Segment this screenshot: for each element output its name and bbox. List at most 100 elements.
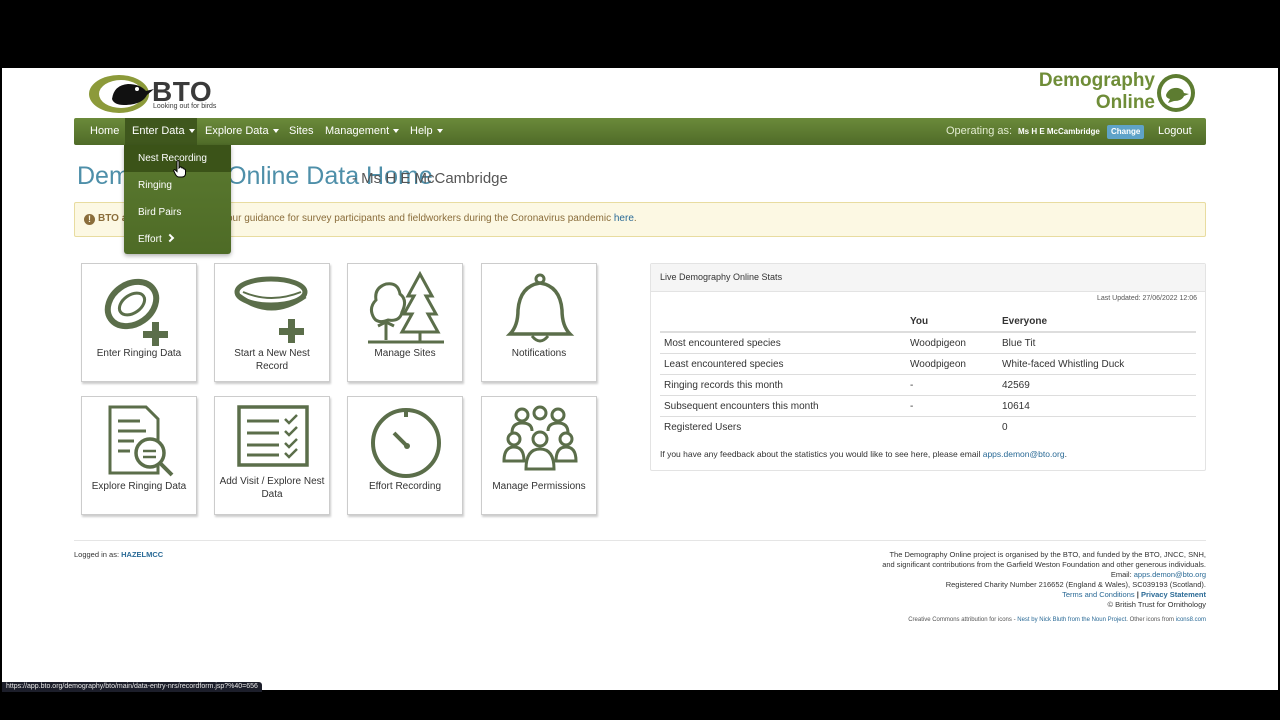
footer-links: Terms and Conditions | Privacy Statement xyxy=(702,590,1206,600)
operating-as-label: Operating as: xyxy=(946,125,1013,137)
footer-email-line: Email: apps.demon@bto.org xyxy=(702,570,1206,580)
stats-last-updated: Last Updated: 27/06/2022 12:06 xyxy=(1096,295,1197,302)
row-label: Most encountered species xyxy=(660,331,906,354)
stopwatch-icon xyxy=(371,408,441,478)
nav-explore-data-label: Explore Data xyxy=(205,125,269,137)
tile-explore-ringing-data[interactable]: Explore Ringing Data xyxy=(81,396,197,515)
nest-icon-credit-link[interactable]: Nest by Nick Bluth from the Noun Project xyxy=(1017,617,1126,623)
icons-mid: . Other icons from xyxy=(1126,617,1176,623)
menu-item-effort[interactable]: Effort xyxy=(124,226,231,253)
table-header-everyone: Everyone xyxy=(998,311,1196,333)
caret-down-icon xyxy=(272,129,279,134)
privacy-link[interactable]: Privacy Statement xyxy=(1141,590,1206,599)
stats-panel-header: Live Demography Online Stats xyxy=(651,264,1205,292)
table-row: Ringing records this month - 42569 xyxy=(660,374,1196,396)
page-subtitle: - Ms H E McCambridge xyxy=(352,170,508,187)
row-everyone: 10614 xyxy=(998,395,1196,417)
stats-table: You Everyone Most encountered species Wo… xyxy=(660,311,1196,437)
nav-help-label: Help xyxy=(410,125,433,137)
row-everyone: 0 xyxy=(998,416,1196,437)
feedback-end: . xyxy=(1064,449,1067,459)
nav-sites[interactable]: Sites xyxy=(289,118,313,145)
tile-label: Effort Recording xyxy=(368,481,442,492)
table-header-row: You Everyone xyxy=(660,311,1196,333)
browser-page: BTO Looking out for birds Demography Onl… xyxy=(2,68,1278,690)
row-label: Ringing records this month xyxy=(660,374,906,396)
icons8-link[interactable]: icons8.com xyxy=(1176,617,1206,623)
alert-end: . xyxy=(633,213,637,224)
app-title-line2: Online xyxy=(1095,92,1155,113)
tile-label: Add Visit / Explore Nest Data xyxy=(219,476,325,500)
tile-enter-ringing-data[interactable]: Enter Ringing Data xyxy=(81,263,197,382)
menu-item-effort-label: Effort xyxy=(138,234,162,245)
table-row: Least encountered species Woodpigeon Whi… xyxy=(660,353,1196,375)
row-everyone: 42569 xyxy=(998,374,1196,396)
trees-icon xyxy=(368,270,444,344)
row-label: Subsequent encounters this month xyxy=(660,395,906,417)
nav-management-label: Management xyxy=(325,125,390,137)
feedback-email-link[interactable]: apps.demon@bto.org xyxy=(983,449,1065,459)
row-everyone: White-faced Whistling Duck xyxy=(998,353,1196,375)
tile-start-nest-record[interactable]: Start a New Nest Record xyxy=(214,263,330,382)
operating-as-user: Ms H E McCambridge xyxy=(1018,127,1100,136)
nav-management[interactable]: Management xyxy=(325,118,400,145)
tile-label: Manage Sites xyxy=(374,348,436,359)
demography-bird-icon xyxy=(1157,74,1195,112)
tile-label: Notifications xyxy=(511,348,567,359)
icon-attribution: Creative Commons attribution for icons -… xyxy=(602,617,1206,623)
app-title-line1: Demography xyxy=(1038,70,1155,91)
caret-down-icon xyxy=(436,129,443,134)
tile-label: Explore Ringing Data xyxy=(91,481,187,492)
alert-here-link[interactable]: here xyxy=(614,213,634,224)
footer-email-link[interactable]: apps.demon@bto.org xyxy=(1134,570,1206,579)
logged-in-info: Logged in as: HAZELMCC xyxy=(74,550,163,559)
nav-explore-data[interactable]: Explore Data xyxy=(205,118,279,145)
menu-item-bird-pairs[interactable]: Bird Pairs xyxy=(124,199,231,226)
tile-label: Manage Permissions xyxy=(492,481,586,492)
tile-notifications[interactable]: Notifications xyxy=(481,263,597,382)
row-you: Woodpigeon xyxy=(906,353,998,375)
ring-plus-icon xyxy=(104,278,168,346)
stats-title: Live Demography Online Stats xyxy=(660,272,783,282)
change-user-button[interactable]: Change xyxy=(1107,125,1145,139)
logged-in-label: Logged in as: xyxy=(74,550,120,559)
tile-label: Start a New Nest Record xyxy=(234,348,310,372)
row-label: Least encountered species xyxy=(660,353,906,375)
nav-logout[interactable]: Logout xyxy=(1158,118,1192,145)
people-group-icon xyxy=(502,405,578,471)
caret-down-icon xyxy=(188,129,195,134)
footer-charity: Registered Charity Number 216652 (Englan… xyxy=(945,580,1206,589)
nav-enter-data-label: Enter Data xyxy=(132,125,185,137)
footer-divider xyxy=(74,540,1206,541)
tile-manage-permissions[interactable]: Manage Permissions xyxy=(481,396,597,515)
row-you xyxy=(906,416,998,437)
logged-in-user-link[interactable]: HAZELMCC xyxy=(121,550,163,559)
table-header-you: You xyxy=(906,311,998,333)
nav-enter-data[interactable]: Enter Data xyxy=(125,118,197,145)
row-you: - xyxy=(906,395,998,417)
row-everyone: Blue Tit xyxy=(998,331,1196,354)
footer-separator: | xyxy=(1136,590,1139,599)
table-row: Registered Users 0 xyxy=(660,416,1196,437)
main-navbar: Home Enter Data Explore Data Sites Manag… xyxy=(74,118,1206,145)
status-bar-url: https://app.bto.org/demography/bto/main/… xyxy=(2,682,262,692)
bto-tagline: Looking out for birds xyxy=(153,103,217,110)
tile-add-visit-explore-nest[interactable]: Add Visit / Explore Nest Data xyxy=(214,396,330,515)
caret-down-icon xyxy=(393,129,400,134)
coronavirus-alert: ! BTO a our guidance for survey particip… xyxy=(74,202,1206,237)
alert-lead-text: BTO a xyxy=(98,213,128,224)
tile-effort-recording[interactable]: Effort Recording xyxy=(347,396,463,515)
terms-link[interactable]: Terms and Conditions xyxy=(1062,590,1135,599)
checklist-icon xyxy=(237,405,309,467)
footer-credits: The Demography Online project is organis… xyxy=(702,550,1206,610)
exclamation-circle-icon: ! xyxy=(84,214,95,225)
tile-manage-sites[interactable]: Manage Sites xyxy=(347,263,463,382)
document-search-icon xyxy=(108,405,174,477)
feedback-text: If you have any feedback about the stati… xyxy=(660,449,983,459)
icons-prefix: Creative Commons attribution for icons - xyxy=(908,617,1018,623)
hand-cursor-icon xyxy=(173,160,186,178)
nav-home[interactable]: Home xyxy=(90,118,119,145)
nav-help[interactable]: Help xyxy=(410,118,443,145)
app-title[interactable]: Demography Online xyxy=(1032,70,1155,114)
table-row: Subsequent encounters this month - 10614 xyxy=(660,395,1196,417)
